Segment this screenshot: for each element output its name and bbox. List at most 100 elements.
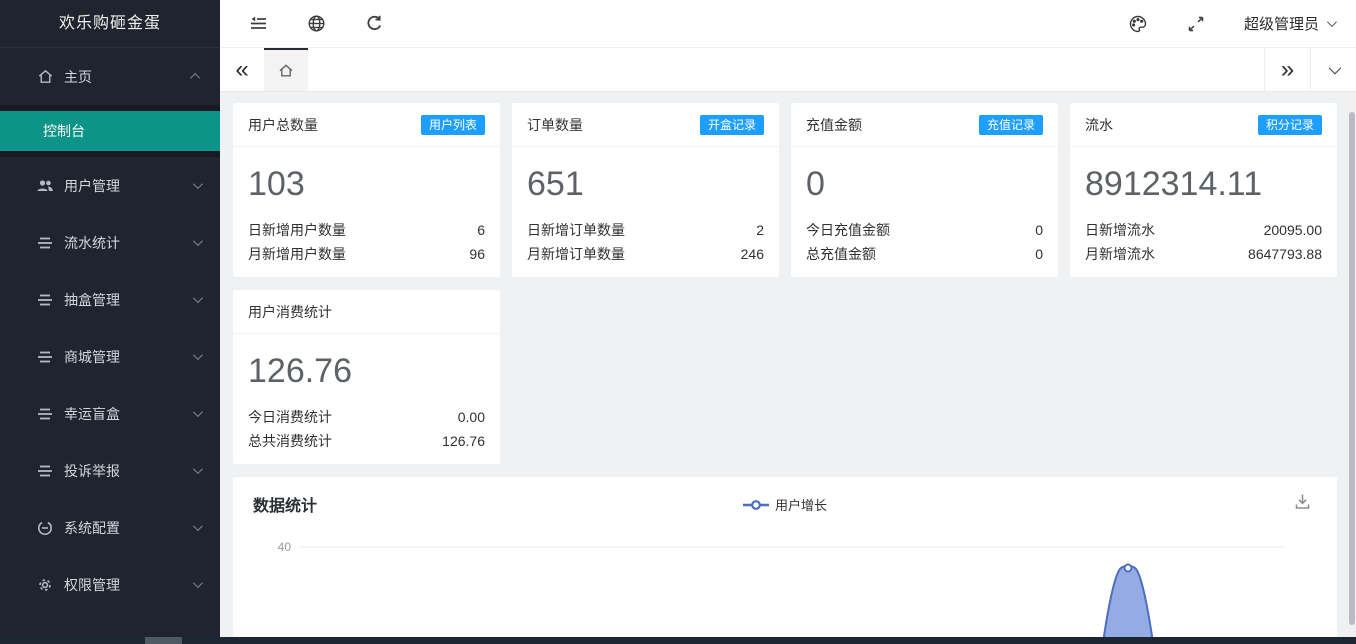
- home-icon: [277, 62, 295, 80]
- sidebar-item-box-manage[interactable]: 抽盒管理: [0, 271, 220, 328]
- chevron-down-icon: [193, 578, 203, 588]
- topbar-left-icons: [220, 14, 384, 34]
- open-box-records-badge[interactable]: 开盒记录: [700, 115, 764, 135]
- tabbar-spacer: [308, 48, 1264, 91]
- user-name: 超级管理员: [1244, 13, 1319, 34]
- stat-cards-row: 用户总数量 用户列表 103 日新增用户数量 6 月新增用户数量 96: [233, 103, 1337, 277]
- vertical-scrollbar: [1348, 92, 1356, 637]
- settings-icon: [36, 519, 54, 537]
- sidebar-item-complaints[interactable]: 投诉举报: [0, 442, 220, 499]
- sidebar-item-users[interactable]: 用户管理: [0, 157, 220, 214]
- stat-row: 月新增用户数量 96: [248, 242, 485, 266]
- sidebar-item-label: 幸运盲盒: [64, 404, 193, 424]
- sidebar-item-label: 流水统计: [64, 233, 193, 253]
- collapse-menu-icon[interactable]: [248, 14, 268, 34]
- sidebar-item-label: 权限管理: [64, 575, 193, 595]
- consume-stat-card: 用户消费统计 126.76 今日消费统计 0.00 总共消费统计 126.76: [233, 290, 500, 464]
- tabs-scroll-right-button[interactable]: »: [1264, 48, 1310, 91]
- sidebar-item-label: 用户管理: [64, 176, 193, 196]
- card-value: 126.76: [248, 352, 485, 391]
- stat-row: 总充值金额 0: [806, 242, 1043, 266]
- stat-row: 总共消费统计 126.76: [248, 429, 485, 453]
- vertical-scrollbar-thumb[interactable]: [1349, 112, 1355, 625]
- sidebar: 欢乐购砸金蛋 主页 控制台 用户管理: [0, 0, 220, 644]
- chevron-down-icon: [1327, 17, 1337, 27]
- stat-row: 日新增用户数量 6: [248, 218, 485, 242]
- stat-card-recharge: 充值金额 充值记录 0 今日充值金额 0 总充值金额 0: [791, 103, 1058, 277]
- user-menu[interactable]: 超级管理员: [1244, 13, 1334, 34]
- list-icon: [36, 405, 54, 423]
- list-icon: [36, 234, 54, 252]
- sidebar-item-home[interactable]: 主页: [0, 48, 220, 105]
- sidebar-item-system-config[interactable]: 系统配置: [0, 499, 220, 556]
- horizontal-scrollbar-thumb[interactable]: [145, 637, 182, 644]
- card-value: 8912314.11: [1085, 165, 1322, 204]
- tab-home[interactable]: [264, 48, 308, 91]
- download-chart-icon[interactable]: [1294, 493, 1311, 510]
- app-root: 欢乐购砸金蛋 主页 控制台 用户管理: [0, 0, 1356, 644]
- card-title: 充值金额: [806, 115, 862, 135]
- list-icon: [36, 348, 54, 366]
- card-title: 用户消费统计: [248, 302, 332, 322]
- user-list-badge[interactable]: 用户列表: [421, 115, 485, 135]
- y-axis-tick-label: 40: [278, 540, 292, 554]
- legend-item-user-growth[interactable]: 用户增长: [743, 495, 827, 514]
- card-title: 用户总数量: [248, 115, 318, 135]
- main-content: 用户总数量 用户列表 103 日新增用户数量 6 月新增用户数量 96: [220, 92, 1348, 644]
- chevron-down-icon: [193, 236, 203, 246]
- users-icon: [36, 177, 54, 195]
- globe-icon[interactable]: [306, 14, 326, 34]
- sidebar-item-label: 系统配置: [64, 518, 193, 538]
- sidebar-item-lucky-box[interactable]: 幸运盲盒: [0, 385, 220, 442]
- sidebar-item-permissions[interactable]: 权限管理: [0, 556, 220, 613]
- stat-row: 今日充值金额 0: [806, 218, 1043, 242]
- topbar-right: 超级管理员: [1128, 13, 1356, 34]
- legend-line-icon: [743, 500, 769, 510]
- card-title: 流水: [1085, 115, 1113, 135]
- palette-icon[interactable]: [1128, 14, 1148, 34]
- list-icon: [36, 462, 54, 480]
- horizontal-scrollbar: [0, 637, 1356, 644]
- gear-icon: [36, 576, 54, 594]
- stat-row: 日新增流水 20095.00: [1085, 218, 1322, 242]
- stat-row: 今日消费统计 0.00: [248, 405, 485, 429]
- sidebar-item-flow-stats[interactable]: 流水统计: [0, 214, 220, 271]
- data-statistics-chart-card: 40 数据统计 用户增长: [233, 477, 1337, 644]
- home-icon: [36, 68, 54, 86]
- consume-card-row: 用户消费统计 126.76 今日消费统计 0.00 总共消费统计 126.76: [233, 290, 1337, 464]
- stat-row: 月新增订单数量 246: [527, 242, 764, 266]
- tabs-menu-button[interactable]: [1310, 48, 1356, 91]
- legend-label: 用户增长: [775, 495, 827, 514]
- sidebar-submenu-home: 控制台: [0, 105, 220, 157]
- chevron-down-icon: [193, 521, 203, 531]
- chevron-down-icon: [193, 350, 203, 360]
- list-icon: [36, 291, 54, 309]
- sidebar-item-label: 商城管理: [64, 347, 193, 367]
- stat-row: 月新增流水 8647793.88: [1085, 242, 1322, 266]
- stat-card-users: 用户总数量 用户列表 103 日新增用户数量 6 月新增用户数量 96: [233, 103, 500, 277]
- chevron-down-icon: [193, 407, 203, 417]
- recharge-records-badge[interactable]: 充值记录: [979, 115, 1043, 135]
- chart-title: 数据统计: [253, 492, 317, 516]
- sidebar-item-label: 主页: [64, 67, 193, 87]
- stat-row: 日新增订单数量 2: [527, 218, 764, 242]
- stat-card-orders: 订单数量 开盒记录 651 日新增订单数量 2 月新增订单数量 246: [512, 103, 779, 277]
- points-records-badge[interactable]: 积分记录: [1258, 115, 1322, 135]
- stat-card-flow: 流水 积分记录 8912314.11 日新增流水 20095.00 月新增流水 …: [1070, 103, 1337, 277]
- app-title: 欢乐购砸金蛋: [0, 0, 220, 48]
- fullscreen-icon[interactable]: [1186, 14, 1206, 34]
- sidebar-item-label: 抽盒管理: [64, 290, 193, 310]
- card-value: 0: [806, 165, 1043, 204]
- area-series-spike: [1093, 566, 1163, 644]
- topbar: 超级管理员: [220, 0, 1356, 48]
- card-title: 订单数量: [527, 115, 583, 135]
- tabbar: « »: [220, 48, 1356, 92]
- sidebar-item-console[interactable]: 控制台: [0, 111, 220, 151]
- data-point-marker: [1125, 565, 1132, 572]
- chevron-down-icon: [193, 293, 203, 303]
- chevron-down-icon: [193, 179, 203, 189]
- chevron-down-icon: [1329, 62, 1342, 75]
- refresh-icon[interactable]: [364, 14, 384, 34]
- sidebar-item-mall-manage[interactable]: 商城管理: [0, 328, 220, 385]
- tabs-scroll-left-button[interactable]: «: [220, 48, 264, 91]
